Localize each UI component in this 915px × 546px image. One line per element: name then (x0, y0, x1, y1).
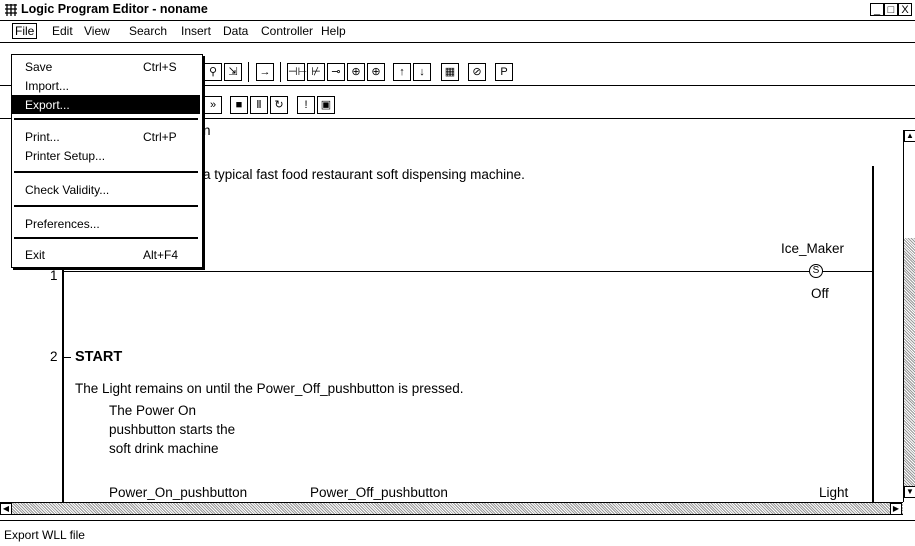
coil2-label[interactable]: Light (819, 485, 848, 500)
menu-insert[interactable]: Insert (181, 24, 211, 38)
menu-item-exit[interactable]: Exit Alt+F4 (12, 245, 200, 264)
file-menu-dropdown: Save Ctrl+S Import... Export... Print...… (11, 54, 203, 268)
menu-data[interactable]: Data (223, 24, 248, 38)
rung2-title: START (75, 349, 123, 365)
rung1-comment: n (203, 123, 211, 138)
close-button[interactable]: X (898, 3, 912, 16)
menu-item-label: Import... (25, 79, 70, 93)
window-title: Logic Program Editor - noname (21, 2, 208, 16)
scroll-up-icon[interactable]: ▲ (904, 130, 915, 142)
rung1-description: a typical fast food restaurant soft disp… (203, 167, 525, 182)
menu-item-label: Printer Setup... (25, 149, 106, 163)
rung2-description: The Light remains on until the Power_Off… (75, 381, 464, 396)
menu-item-label: Check Validity... (25, 183, 110, 197)
monitor-icon[interactable]: ▣ (317, 96, 335, 114)
toolbar-separator (280, 62, 281, 82)
menu-bar: File Edit View Search Insert Data Contro… (0, 21, 915, 43)
maximize-button[interactable]: □ (884, 3, 898, 16)
toolbar-separator (248, 62, 249, 82)
menu-file[interactable]: File (12, 23, 38, 39)
scroll-track[interactable] (904, 238, 915, 492)
insert-rung-icon[interactable]: → (256, 63, 274, 81)
note-line: The Power On (109, 403, 197, 418)
scroll-left-icon[interactable]: ◀ (0, 503, 12, 515)
menu-item-check-validity[interactable]: Check Validity... (12, 180, 200, 199)
app-icon (5, 4, 17, 16)
contact2-label[interactable]: Power_Off_pushbutton (310, 485, 448, 500)
menu-item-label: Export... (25, 98, 70, 112)
contact1-label[interactable]: Power_On_pushbutton (109, 485, 247, 500)
menu-view[interactable]: View (84, 24, 110, 38)
rung2-number: 2 (50, 349, 58, 364)
menu-item-shortcut: Ctrl+P (143, 130, 177, 144)
menu-item-label: Exit (25, 248, 46, 262)
title-bar: Logic Program Editor - noname _ □ X (0, 0, 915, 21)
menu-separator (14, 118, 198, 120)
menu-item-shortcut: Ctrl+S (143, 60, 177, 74)
stop-icon[interactable]: ⊘ (468, 63, 486, 81)
coil1-state: Off (811, 286, 829, 301)
fast-forward-icon[interactable]: » (204, 96, 222, 114)
coil-icon[interactable]: ⊸ (327, 63, 345, 81)
timer-icon[interactable]: ⊕ (347, 63, 365, 81)
reset-icon[interactable]: ↻ (270, 96, 288, 114)
set-coil-icon[interactable]: S (809, 264, 823, 278)
status-text: Export WLL file (4, 528, 85, 542)
menu-separator (14, 237, 198, 239)
menu-item-label: Preferences... (25, 217, 100, 231)
rung1-number: 1 (50, 268, 58, 283)
menu-item-printer-setup[interactable]: Printer Setup... (12, 146, 200, 165)
note-line: soft drink machine (109, 441, 219, 456)
status-bar: Export WLL file (0, 520, 915, 546)
scroll-right-icon[interactable]: ▶ (890, 503, 902, 515)
no-contact-icon[interactable]: ⊣⊢ (287, 63, 307, 81)
menu-search[interactable]: Search (129, 24, 167, 38)
minimize-button[interactable]: _ (870, 3, 884, 16)
rung1-wire (64, 271, 872, 272)
bcd-icon[interactable]: ▦ (441, 63, 459, 81)
menu-item-preferences[interactable]: Preferences... (12, 214, 200, 233)
coil1-label[interactable]: Ice_Maker (781, 241, 844, 256)
menu-item-label: Save (25, 60, 53, 74)
horizontal-scrollbar[interactable]: ◀ ▶ (0, 502, 903, 515)
menu-item-import[interactable]: Import... (12, 76, 200, 95)
move-up-icon[interactable]: ↑ (393, 63, 411, 81)
find-icon[interactable]: ⚲ (204, 63, 222, 81)
rung2-tick (63, 357, 71, 358)
menu-separator (14, 171, 198, 173)
scroll-down-icon[interactable]: ▼ (904, 486, 915, 498)
menu-item-save[interactable]: Save Ctrl+S (12, 57, 200, 76)
menu-help[interactable]: Help (321, 24, 346, 38)
counter-icon[interactable]: ⊕ (367, 63, 385, 81)
move-down-icon[interactable]: ↓ (413, 63, 431, 81)
stop-square-icon[interactable]: ■ (230, 96, 248, 114)
menu-edit[interactable]: Edit (52, 24, 73, 38)
right-power-rail (872, 166, 874, 502)
menu-controller[interactable]: Controller (261, 24, 313, 38)
vertical-scrollbar[interactable]: ▲ ▼ (903, 130, 915, 502)
alert-icon[interactable]: ! (297, 96, 315, 114)
menu-item-shortcut: Alt+F4 (143, 248, 179, 262)
pause-icon[interactable]: Ⅱ (250, 96, 268, 114)
note-line: pushbutton starts the (109, 422, 236, 437)
menu-separator (14, 205, 198, 207)
menu-item-export[interactable]: Export... (12, 95, 200, 114)
program-icon[interactable]: P (495, 63, 513, 81)
menu-item-label: Print... (25, 130, 60, 144)
nc-contact-icon[interactable]: ⊬ (307, 63, 325, 81)
menu-item-print[interactable]: Print... Ctrl+P (12, 127, 200, 146)
left-power-rail (62, 268, 64, 502)
goto-icon[interactable]: ⇲ (224, 63, 242, 81)
